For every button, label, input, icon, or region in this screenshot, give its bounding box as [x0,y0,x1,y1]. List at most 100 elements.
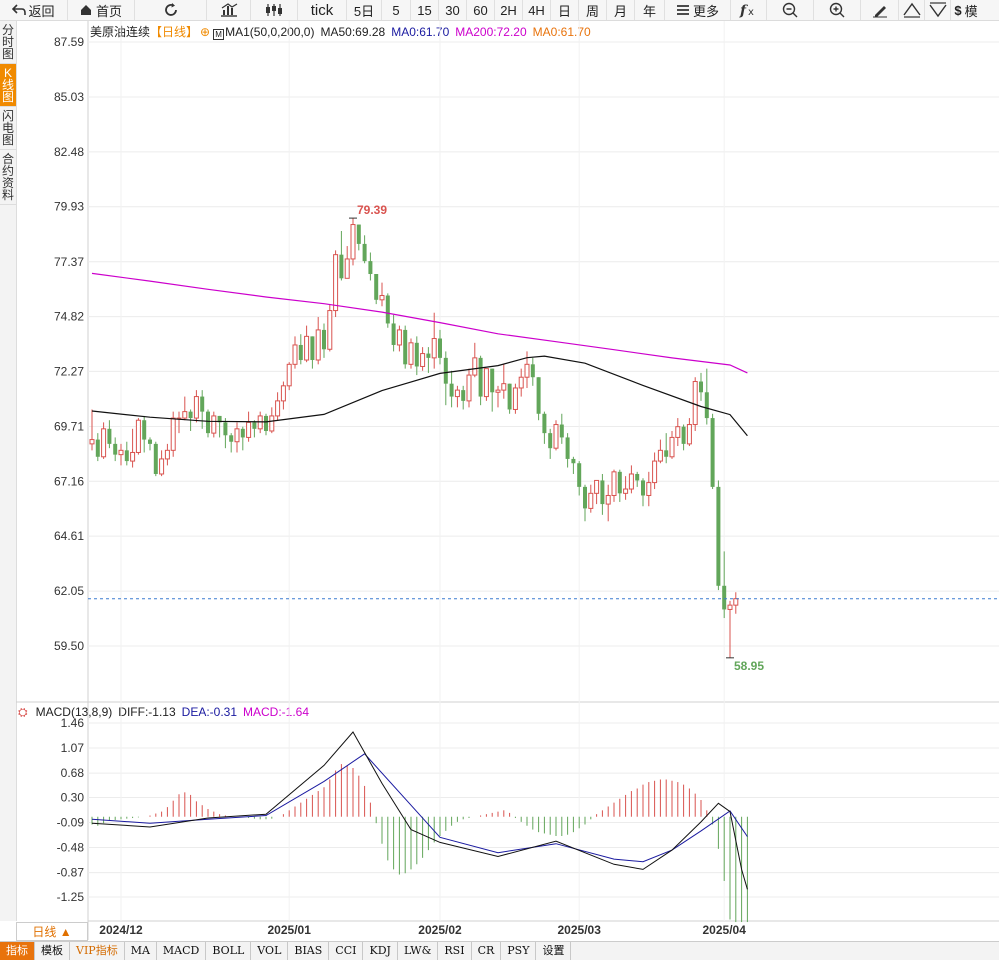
tab-macd[interactable]: MACD [157,942,207,960]
diff-line [91,731,748,890]
candle-body [182,411,188,419]
period-week[interactable]: 周 [579,0,607,20]
triangle-down-icon [928,2,947,18]
more-button[interactable]: 更多 [665,0,731,20]
candle-body [646,482,652,496]
candle-body [298,344,303,361]
home-label: 首页 [95,3,122,19]
period-2h[interactable]: 2H [495,0,523,20]
bar-chart-button[interactable] [207,0,251,20]
x-tick-label: 2024/12 [99,923,143,937]
tab-boll[interactable]: BOLL [206,942,252,960]
candle-body [368,261,373,275]
candle-body [699,381,703,393]
tab-ma[interactable]: MA [125,942,157,960]
period-5d[interactable]: 5日 [347,0,382,20]
x-tick-label: 2025/01 [268,923,312,937]
candle-body [118,449,124,456]
model-button[interactable]: $ 模 [951,0,981,20]
candle-style-button[interactable] [251,0,298,20]
draw-button[interactable] [861,0,899,20]
macd-settings-icon[interactable]: ⛭ [18,705,28,719]
candle-body [518,376,524,389]
candle-body [124,450,129,462]
tab-vol[interactable]: VOL [251,942,289,960]
refresh-button[interactable] [135,0,207,20]
legend-dea: DEA:-0.31 [181,705,238,719]
dea-line [91,753,748,863]
candle-body [344,258,350,279]
main-legend: 美原油连续【日线】 ⊕ M MA1(50,0,200,0) MA50:69.28 MA0:… [90,23,597,40]
price-tick-label: 72.27 [54,364,84,378]
candle-body [89,439,95,445]
zoom-out-button[interactable] [767,0,814,20]
price-tick-label: 85.03 [54,90,84,104]
candle-body [304,335,310,361]
tab-bias[interactable]: BIAS [288,942,330,960]
price-tick-label: 59.50 [54,639,84,653]
tab-settings[interactable]: 设置 [536,942,572,960]
price-chart[interactable]: 87.59 85.03 82.48 79.93 77.37 74.82 72.27 69.71… [0,0,999,941]
candle-body [246,421,252,438]
home-button[interactable]: 首页 [68,0,135,20]
candle-body [628,473,634,490]
candle-body [101,428,107,458]
legend-ma200: MA200:72.20 [455,25,527,39]
candle-body [635,473,640,481]
tab-cr[interactable]: CR [472,942,502,960]
period-selector[interactable]: 日线 ▲ [16,922,88,941]
collapse-down-button[interactable] [925,0,951,20]
candle-body [553,424,559,449]
sidebar-item-label: K线图 [2,66,15,104]
tab-rsi[interactable]: RSI [438,942,472,960]
ma50-line [91,355,748,437]
period-5m[interactable]: 5 [382,0,411,20]
svg-text:x: x [748,7,754,18]
formula-button[interactable]: fx [731,0,767,20]
settings-gear-icon[interactable]: ⊕ [200,25,210,39]
candlestick-icon [266,4,282,16]
sidebar-item-kline[interactable]: K线图 [0,64,16,107]
tab-lw[interactable]: LW& [398,942,439,960]
price-tick-label: 77.37 [54,255,84,269]
tab-kdj[interactable]: KDJ [363,942,398,960]
collapse-up-button[interactable] [899,0,925,20]
candle-body [426,353,431,358]
price-tick-label: 79.93 [54,200,84,214]
function-icon: fx [739,3,754,18]
macd-tick-label: -0.09 [57,816,85,830]
period-60m[interactable]: 60 [467,0,495,20]
sidebar-item-contract-info[interactable]: 合约资料 [0,150,16,205]
tab-vip-indicators[interactable]: VIP指标 [70,942,125,960]
sidebar-item-flash[interactable]: 闪电图 [0,107,16,150]
period-month[interactable]: 月 [607,0,635,20]
candle-body [188,411,193,419]
tab-templates[interactable]: 模板 [35,942,70,960]
candle-body [438,338,442,358]
candle-body [594,479,600,494]
refresh-icon [164,3,177,16]
candle-body [310,336,315,361]
candle-body [461,390,466,401]
triangle-up-icon [902,2,921,18]
candle-body [223,422,228,436]
period-30m[interactable]: 30 [439,0,467,20]
candle-body [252,422,257,429]
candle-body [490,368,495,393]
period-4h[interactable]: 4H [523,0,551,20]
back-button[interactable]: 返回 [0,0,68,20]
tab-cci[interactable]: CCI [329,942,364,960]
period-day[interactable]: 日 [551,0,579,20]
sidebar-item-timeshare[interactable]: 分时图 [0,21,16,64]
period-15m[interactable]: 15 [411,0,439,20]
candle-body [692,381,698,426]
period-year[interactable]: 年 [635,0,665,20]
tab-indicators[interactable]: 指标 [0,942,35,960]
zoom-in-button[interactable] [814,0,861,20]
candle-body [269,415,275,432]
tab-psy[interactable]: PSY [501,942,537,960]
candle-body [322,329,326,350]
back-arrow-icon [12,4,27,15]
period-tick[interactable]: tick [298,0,347,20]
candle-body [431,338,437,359]
